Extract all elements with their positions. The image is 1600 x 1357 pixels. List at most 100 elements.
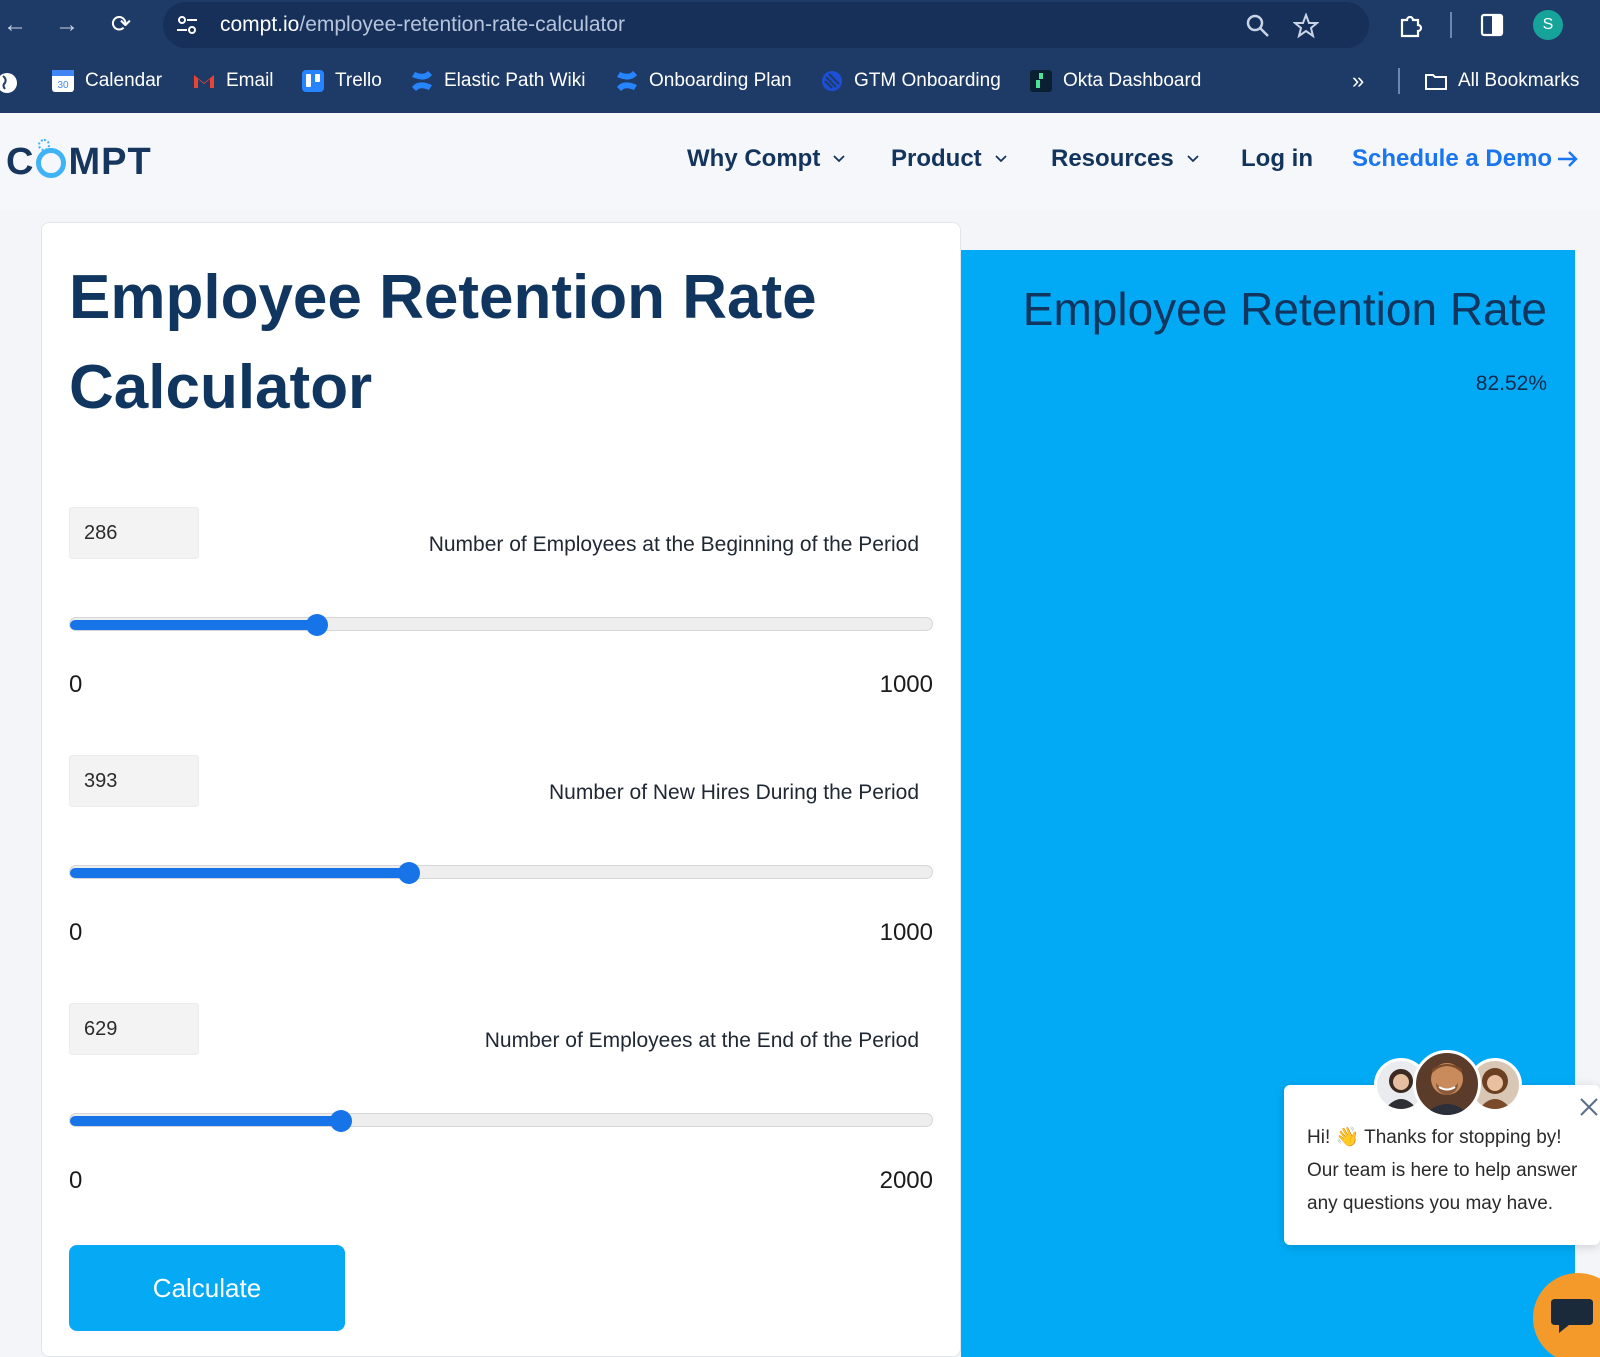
url-path: /employee-retention-rate-calculator [299,13,626,36]
bookmark-email[interactable]: Email [192,66,274,96]
end-employees-input[interactable]: 629 [69,1003,199,1055]
arrow-right-icon [1558,151,1578,167]
beginning-employees-input[interactable]: 286 [69,507,199,559]
field-end-employees: 629 Number of Employees at the End of th… [69,1003,933,1203]
bookmarks-bar: 30 Calendar Email Trello Elastic Path Wi… [0,58,1600,104]
toolbar-divider [1450,12,1452,38]
slider-fill [70,1116,342,1126]
linear-icon [822,71,842,91]
all-bookmarks-label: All Bookmarks [1458,70,1580,91]
all-bookmarks[interactable]: All Bookmarks [1424,66,1579,96]
bookmark-label: Elastic Path Wiki [444,70,586,91]
field-label: Number of New Hires During the Period [549,781,919,804]
calculate-button[interactable]: Calculate [69,1245,345,1331]
browser-toolbar: ← → ⟳ compt.io/employee-retention-rate-c… [0,0,1600,50]
logo-text-suffix: MPT [68,141,152,183]
close-icon[interactable] [1577,1095,1600,1119]
confluence-icon [412,71,432,91]
slider-max-label: 1000 [879,919,933,946]
bookmarks-divider [1398,68,1400,94]
slider-max-label: 1000 [879,671,933,698]
bookmark-label: Trello [335,70,382,91]
new-hires-slider[interactable] [69,862,933,884]
field-label: Number of Employees at the Beginning of … [428,533,919,556]
chevron-down-icon [1187,155,1199,163]
browser-chrome: ← → ⟳ compt.io/employee-retention-rate-c… [0,0,1600,113]
trello-icon [302,70,324,92]
compt-logo[interactable]: C MPT [6,138,152,184]
slider-min-label: 0 [69,1167,83,1194]
agent-avatar-icon [1424,1063,1470,1115]
bookmark-okta-dashboard[interactable]: Okta Dashboard [1029,66,1201,96]
bookmark-label: Email [226,70,274,91]
bookmark-label: GTM Onboarding [854,70,1001,91]
url-host: compt.io [220,13,300,36]
schedule-demo-link[interactable]: Schedule a Demo [1352,145,1580,173]
back-arrow-icon[interactable]: ← [0,10,30,40]
nav-label: Why Compt [687,145,821,172]
slider-fill [70,868,409,878]
site-settings-icon[interactable] [175,13,199,37]
google-calendar-icon: 30 [52,70,74,92]
site-header: C MPT Why Compt Product Resources Log in … [0,113,1600,211]
slider-min-label: 0 [69,671,83,698]
end-employees-slider[interactable] [69,1110,933,1132]
nav-label: Log in [1241,145,1313,172]
svg-text:30: 30 [57,80,69,91]
slider-min-label: 0 [69,919,83,946]
slider-thumb[interactable] [330,1110,353,1132]
chat-line: any questions you may have. [1307,1193,1554,1214]
calculator-card: Employee Retention Rate Calculator 286 N… [41,222,961,1357]
calculator-title: Employee Retention Rate Calculator [69,263,817,422]
reload-icon[interactable]: ⟳ [106,10,136,40]
forward-arrow-icon[interactable]: → [52,10,82,40]
result-title: Employee Retention Rate [1022,283,1547,335]
bookmark-elastic-path-wiki[interactable]: Elastic Path Wiki [410,66,585,96]
slider-thumb[interactable] [305,614,328,636]
slider-fill [70,620,317,630]
nav-why-compt[interactable]: Why Compt [687,145,846,173]
nav-log-in[interactable]: Log in [1241,145,1313,173]
logo-o-mark [36,138,67,178]
agent-avatar [1413,1050,1481,1118]
slider-thumb[interactable] [397,862,420,884]
gmail-icon [194,75,214,88]
bookmark-star-icon[interactable] [1293,13,1319,39]
bookmarks-overflow-icon[interactable]: » [1352,66,1364,96]
profile-avatar[interactable]: S [1533,10,1563,40]
bookmark-calendar[interactable]: 30 Calendar [51,66,162,96]
extensions-icon[interactable] [1397,12,1423,38]
nav-resources[interactable]: Resources [1051,145,1200,173]
new-hires-input[interactable]: 393 [69,755,199,807]
bookmark-label: Okta Dashboard [1063,70,1202,91]
chat-message: Hi! 👋 Thanks for stopping by! Our team i… [1307,1121,1591,1220]
chat-line: Hi! 👋 Thanks for stopping by! [1307,1127,1562,1148]
cta-label: Schedule a Demo [1352,145,1553,172]
globe-icon[interactable] [0,70,20,96]
bookmark-label: Calendar [85,70,163,91]
folder-icon [1425,74,1447,90]
nav-label: Resources [1051,145,1174,172]
bookmark-label: Onboarding Plan [649,70,792,91]
chat-bubble-icon [1551,1299,1593,1333]
slider-max-label: 2000 [879,1167,933,1194]
beginning-employees-slider[interactable] [69,614,933,636]
chat-line: Our team is here to help answer [1307,1160,1578,1181]
bookmark-onboarding-plan[interactable]: Onboarding Plan [615,66,792,96]
field-new-hires: 393 Number of New Hires During the Perio… [69,755,933,955]
nav-product[interactable]: Product [891,145,1008,173]
chevron-down-icon [995,155,1007,163]
result-value: 82.52% [1475,372,1547,395]
field-label: Number of Employees at the End of the Pe… [484,1029,919,1052]
zoom-icon[interactable] [1245,13,1271,39]
address-bar[interactable]: compt.io/employee-retention-rate-calcula… [163,2,1369,48]
field-beginning-employees: 286 Number of Employees at the Beginning… [69,507,933,707]
okta-icon [1030,70,1052,92]
bookmark-gtm-onboarding[interactable]: GTM Onboarding [820,66,1001,96]
logo-text-prefix: C [6,141,35,183]
bookmark-trello[interactable]: Trello [301,66,382,96]
chevron-down-icon [833,155,845,163]
url-text: compt.io/employee-retention-rate-calcula… [220,13,625,37]
side-panel-icon[interactable] [1479,12,1505,38]
confluence-icon [617,71,637,91]
